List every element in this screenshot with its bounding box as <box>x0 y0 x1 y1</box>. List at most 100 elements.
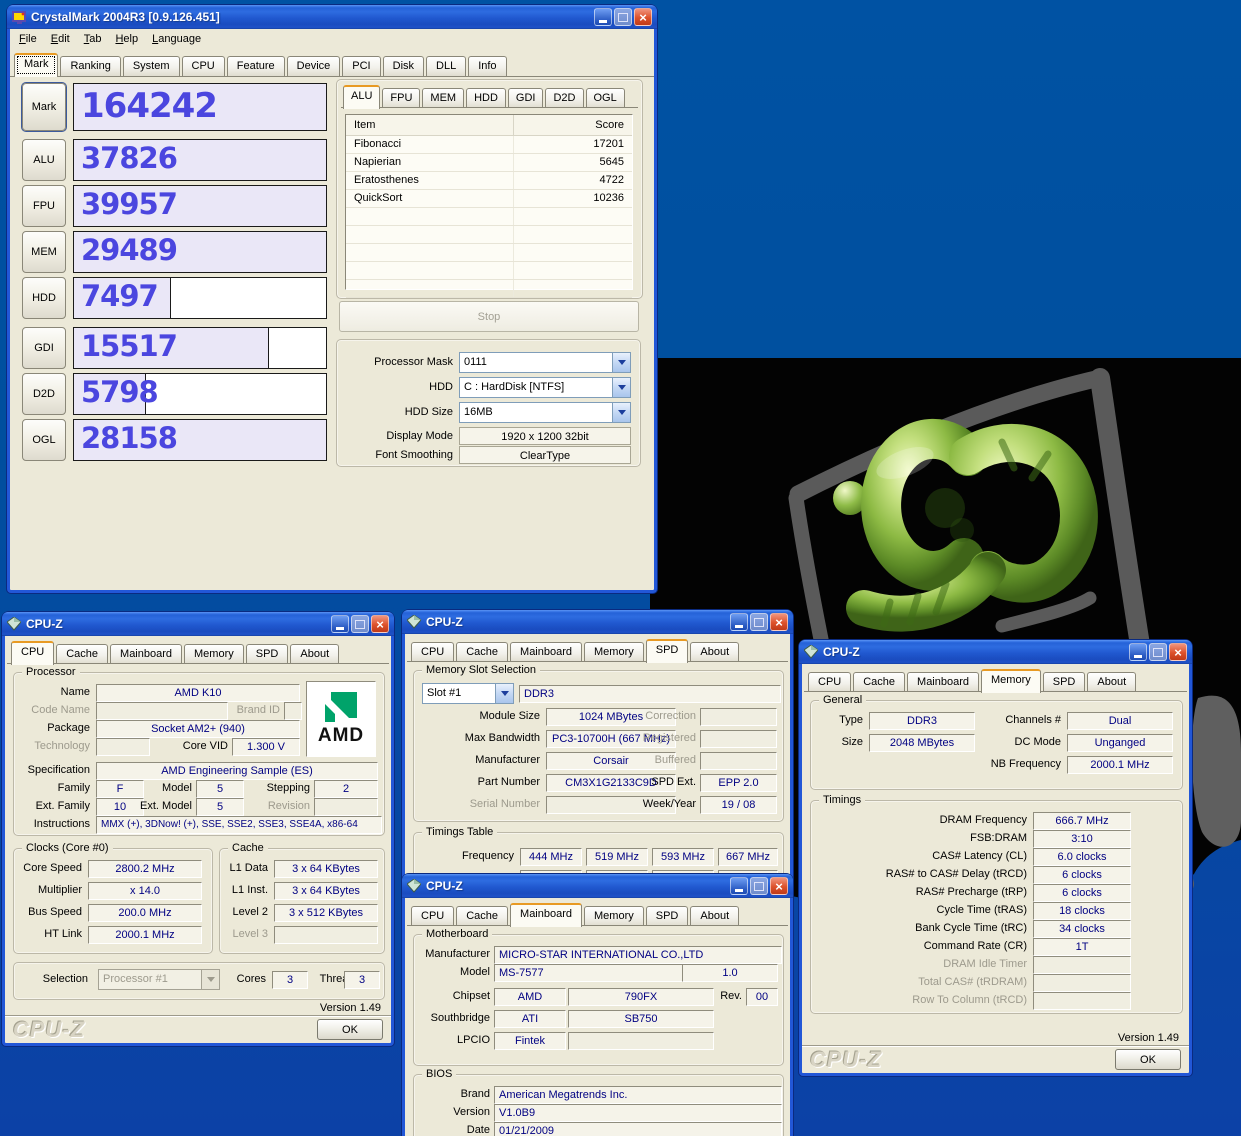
tab-device[interactable]: Device <box>287 56 341 76</box>
cpuz-titlebar[interactable]: CPU-Z × <box>799 640 1192 664</box>
tab-disk[interactable]: Disk <box>383 56 424 76</box>
ok-button[interactable]: OK <box>317 1019 383 1040</box>
tab-cache[interactable]: Cache <box>56 644 108 664</box>
tab-spd[interactable]: SPD <box>646 639 689 663</box>
result-tab-d2d[interactable]: D2D <box>545 88 583 108</box>
tab-spd[interactable]: SPD <box>646 906 689 926</box>
close-button[interactable]: × <box>770 877 788 895</box>
close-button[interactable]: × <box>1169 643 1187 661</box>
table-row[interactable]: Napierian5645 <box>346 154 632 172</box>
tab-mainboard[interactable]: Mainboard <box>110 644 182 664</box>
tab-cpu[interactable]: CPU <box>808 672 851 692</box>
tab-mark[interactable]: Mark <box>14 53 58 77</box>
tab-about[interactable]: About <box>690 906 739 926</box>
crystalmark-app-icon[interactable] <box>11 9 27 25</box>
tab-memory[interactable]: Memory <box>584 642 644 662</box>
table-row[interactable] <box>346 208 632 226</box>
tab-cpu[interactable]: CPU <box>182 56 225 76</box>
cpuz-app-icon[interactable] <box>803 644 819 660</box>
mem-button[interactable]: MEM <box>22 231 66 273</box>
tab-mainboard[interactable]: Mainboard <box>510 903 582 927</box>
chevron-down-icon[interactable] <box>612 403 630 422</box>
tab-mainboard[interactable]: Mainboard <box>510 642 582 662</box>
result-tab-alu[interactable]: ALU <box>343 85 380 109</box>
table-row[interactable]: Fibonacci17201 <box>346 136 632 154</box>
result-tab-mem[interactable]: MEM <box>422 88 464 108</box>
tab-feature[interactable]: Feature <box>227 56 285 76</box>
tab-about[interactable]: About <box>1087 672 1136 692</box>
table-row[interactable] <box>346 226 632 244</box>
gdi-button[interactable]: GDI <box>22 327 66 369</box>
menu-help[interactable]: Help <box>108 31 145 47</box>
tab-system[interactable]: System <box>123 56 180 76</box>
tab-dll[interactable]: DLL <box>426 56 466 76</box>
cpuz-titlebar[interactable]: CPU-Z × <box>2 612 394 636</box>
processor-mask-select[interactable]: 0111 <box>459 352 631 373</box>
menu-edit[interactable]: Edit <box>44 31 77 47</box>
tab-ranking[interactable]: Ranking <box>60 56 120 76</box>
minimize-button[interactable] <box>331 615 349 633</box>
tab-cpu[interactable]: CPU <box>411 906 454 926</box>
tab-cache[interactable]: Cache <box>456 906 508 926</box>
ogl-button[interactable]: OGL <box>22 419 66 461</box>
tab-pci[interactable]: PCI <box>342 56 380 76</box>
table-row[interactable] <box>346 244 632 262</box>
close-button[interactable]: × <box>371 615 389 633</box>
processor-select[interactable]: Processor #1 <box>98 969 220 990</box>
mark-button[interactable]: Mark <box>22 83 66 131</box>
tab-about[interactable]: About <box>290 644 339 664</box>
hdd-button[interactable]: HDD <box>22 277 66 319</box>
table-row[interactable] <box>346 280 632 298</box>
d2d-button[interactable]: D2D <box>22 373 66 415</box>
tab-cache[interactable]: Cache <box>456 642 508 662</box>
tab-cpu[interactable]: CPU <box>11 641 54 665</box>
chevron-down-icon[interactable] <box>612 378 630 397</box>
fpu-button[interactable]: FPU <box>22 185 66 227</box>
tab-memory[interactable]: Memory <box>981 669 1041 693</box>
menu-file[interactable]: File <box>12 31 44 47</box>
chevron-down-icon[interactable] <box>612 353 630 372</box>
cpuz-app-icon[interactable] <box>406 614 422 630</box>
minimize-button[interactable] <box>730 613 748 631</box>
tab-memory[interactable]: Memory <box>584 906 644 926</box>
table-row[interactable]: QuickSort10236 <box>346 190 632 208</box>
table-row[interactable]: Eratosthenes4722 <box>346 172 632 190</box>
result-tab-ogl[interactable]: OGL <box>586 88 625 108</box>
cpuz-app-icon[interactable] <box>6 616 22 632</box>
menu-language[interactable]: Language <box>145 31 208 47</box>
result-tab-fpu[interactable]: FPU <box>382 88 420 108</box>
close-button[interactable]: × <box>770 613 788 631</box>
menu-tab[interactable]: Tab <box>77 31 109 47</box>
tab-info[interactable]: Info <box>468 56 506 76</box>
stop-button[interactable]: Stop <box>339 301 639 332</box>
tab-cpu[interactable]: CPU <box>411 642 454 662</box>
maximize-button[interactable] <box>750 613 768 631</box>
crystalmark-titlebar[interactable]: CrystalMark 2004R3 [0.9.126.451] × <box>7 5 657 29</box>
cpuz-titlebar[interactable]: CPU-Z × <box>402 874 793 898</box>
minimize-button[interactable] <box>1129 643 1147 661</box>
maximize-button[interactable] <box>351 615 369 633</box>
ok-button[interactable]: OK <box>1115 1049 1181 1070</box>
cpuz-titlebar[interactable]: CPU-Z × <box>402 610 793 634</box>
hdd-select[interactable]: C : HardDisk [NTFS] <box>459 377 631 398</box>
tab-spd[interactable]: SPD <box>1043 672 1086 692</box>
tab-memory[interactable]: Memory <box>184 644 244 664</box>
close-button[interactable]: × <box>634 8 652 26</box>
minimize-button[interactable] <box>730 877 748 895</box>
tab-cache[interactable]: Cache <box>853 672 905 692</box>
maximize-button[interactable] <box>614 8 632 26</box>
hdd-size-select[interactable]: 16MB <box>459 402 631 423</box>
result-tab-hdd[interactable]: HDD <box>466 88 506 108</box>
alu-button[interactable]: ALU <box>22 139 66 181</box>
tab-about[interactable]: About <box>690 642 739 662</box>
slot-select[interactable]: Slot #1 <box>422 683 514 704</box>
tab-spd[interactable]: SPD <box>246 644 289 664</box>
minimize-button[interactable] <box>594 8 612 26</box>
table-row[interactable] <box>346 262 632 280</box>
result-tab-gdi[interactable]: GDI <box>508 88 544 108</box>
tab-mainboard[interactable]: Mainboard <box>907 672 979 692</box>
cpuz-app-icon[interactable] <box>406 878 422 894</box>
chevron-down-icon[interactable] <box>495 684 513 703</box>
maximize-button[interactable] <box>1149 643 1167 661</box>
maximize-button[interactable] <box>750 877 768 895</box>
